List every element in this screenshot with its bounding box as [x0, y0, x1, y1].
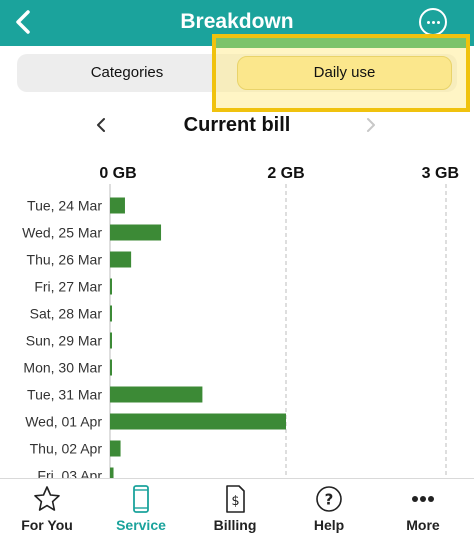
usage-bar[interactable] [110, 413, 286, 430]
bottom-tab-bar: For You Service $ Billing ? Help More [0, 478, 474, 540]
x-tick-label: 2 GB [267, 165, 304, 182]
tab-for-you[interactable]: For You [0, 479, 94, 540]
highlight-top-strip [216, 38, 466, 48]
phone-icon [133, 485, 149, 513]
category-label: Thu, 02 Apr [30, 441, 103, 457]
tab-label: Billing [213, 517, 257, 533]
star-icon [34, 486, 60, 511]
category-label: Wed, 01 Apr [25, 414, 102, 430]
help-icon: ? [316, 486, 342, 512]
x-tick-label: 3 GB [422, 165, 459, 182]
tab-label: More [406, 517, 440, 533]
daily-usage-chart: 0 GB 2 GB 3 GB Tue, 24 Mar Wed, 25 Mar Thu, 2… [22, 165, 459, 479]
tab-service[interactable]: Service [94, 479, 188, 540]
tab-label: Service [116, 517, 166, 533]
chevron-right-icon[interactable] [363, 116, 379, 134]
usage-bar[interactable] [110, 305, 112, 322]
tab-billing[interactable]: $ Billing [188, 479, 282, 540]
category-label: Fri, 27 Mar [34, 279, 102, 295]
tab-help[interactable]: ? Help [282, 479, 376, 540]
category-label: Wed, 25 Mar [22, 225, 102, 241]
tab-daily-use[interactable]: Daily use [237, 56, 452, 90]
bill-period-title: Current bill [183, 114, 291, 136]
category-label: Fri, 03 Apr [37, 468, 102, 479]
usage-bar[interactable] [110, 251, 132, 268]
tab-categories[interactable]: Categories [17, 54, 237, 92]
usage-bar[interactable] [110, 440, 121, 457]
usage-bar[interactable] [110, 359, 112, 376]
category-label: Thu, 26 Mar [27, 252, 103, 268]
usage-bar[interactable] [110, 197, 125, 214]
bill-icon: $ [226, 485, 245, 513]
usage-bar[interactable] [110, 224, 162, 241]
category-label: Sun, 29 Mar [26, 333, 103, 349]
more-dots-icon [412, 496, 434, 502]
tab-more[interactable]: More [376, 479, 470, 540]
usage-bar[interactable] [110, 386, 203, 403]
tab-label: For You [21, 517, 73, 533]
more-options-icon[interactable] [419, 8, 447, 36]
category-label: Mon, 30 Mar [23, 360, 102, 376]
x-tick-label: 0 GB [99, 165, 136, 182]
usage-bar[interactable] [110, 467, 114, 479]
usage-bar[interactable] [110, 332, 112, 349]
category-label: Sat, 28 Mar [30, 306, 103, 322]
tab-label: Help [313, 517, 345, 533]
svg-text:$: $ [231, 494, 239, 509]
usage-bar[interactable] [110, 278, 112, 295]
page-title: Breakdown [180, 10, 294, 33]
category-label: Tue, 31 Mar [27, 387, 102, 403]
category-label: Tue, 24 Mar [27, 198, 102, 214]
svg-text:?: ? [325, 491, 334, 509]
